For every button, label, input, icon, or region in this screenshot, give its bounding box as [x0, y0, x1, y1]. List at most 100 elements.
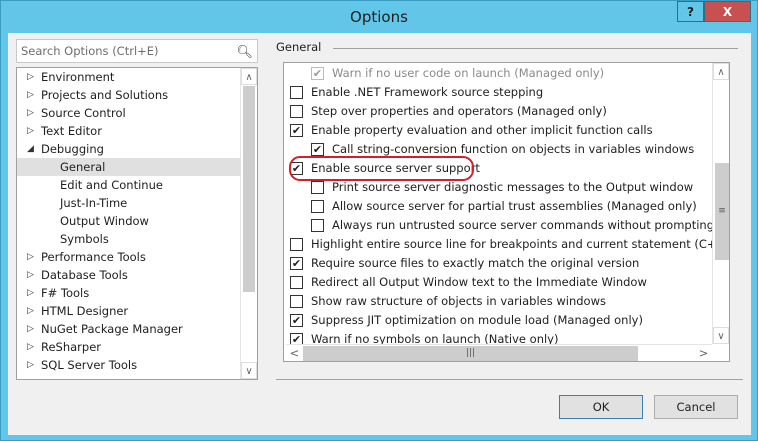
- checkbox[interactable]: [290, 295, 303, 308]
- option-row[interactable]: Show raw structure of objects in variabl…: [290, 292, 606, 311]
- option-label: Enable property evaluation and other imp…: [311, 123, 653, 137]
- expand-arrow-icon[interactable]: ▷: [27, 86, 34, 104]
- tree-item[interactable]: Just-In-Time: [17, 194, 241, 212]
- tree-item-label: Output Window: [60, 214, 149, 228]
- search-input[interactable]: Search Options (Ctrl+E) 🔍︎: [16, 39, 258, 63]
- expand-arrow-icon[interactable]: ▷: [27, 68, 34, 86]
- expand-arrow-icon[interactable]: ▷: [27, 302, 34, 320]
- checkbox[interactable]: ✔: [311, 143, 324, 156]
- tree-item-label: Performance Tools: [41, 250, 146, 264]
- ok-button[interactable]: OK: [559, 395, 643, 419]
- option-row[interactable]: Enable .NET Framework source stepping: [290, 83, 543, 102]
- tree-item-label: SQL Server Tools: [41, 358, 138, 372]
- checkbox[interactable]: [290, 105, 303, 118]
- search-placeholder: Search Options (Ctrl+E): [21, 44, 159, 58]
- tree-item-label: General: [60, 160, 106, 174]
- checkbox[interactable]: ✔: [290, 124, 303, 137]
- tree-item[interactable]: Output Window: [17, 212, 241, 230]
- tree-item-label: F# Tools: [41, 286, 90, 300]
- option-row[interactable]: Highlight entire source line for breakpo…: [290, 235, 729, 254]
- checkbox[interactable]: [290, 238, 303, 251]
- checkbox[interactable]: [311, 181, 324, 194]
- option-row[interactable]: Step over properties and operators (Mana…: [290, 102, 607, 121]
- checkbox[interactable]: [311, 219, 324, 232]
- option-label: Allow source server for partial trust as…: [332, 199, 697, 213]
- tree-item[interactable]: ▷ ReSharper: [17, 338, 241, 356]
- expand-arrow-icon[interactable]: ▷: [27, 266, 34, 284]
- checkbox[interactable]: [311, 200, 324, 213]
- options-list: ✔ Warn if no symbols on launch (Native on…: [283, 62, 730, 362]
- checkbox[interactable]: ✔: [290, 257, 303, 270]
- option-row[interactable]: Allow source server for partial trust as…: [311, 197, 697, 216]
- footer-divider: [276, 379, 743, 380]
- tree-item[interactable]: Symbols: [17, 230, 241, 248]
- expand-arrow-icon[interactable]: ▷: [27, 104, 34, 122]
- option-label: Warn if no user code on launch (Managed …: [332, 66, 605, 80]
- tree-item[interactable]: ▷ F# Tools: [17, 284, 241, 302]
- tree-item[interactable]: ▷ Source Control: [17, 104, 241, 122]
- collapse-arrow-icon[interactable]: ◢: [27, 140, 34, 158]
- tree-scrollbar[interactable]: ∧ ∨: [240, 68, 257, 379]
- tree-item-label: Edit and Continue: [60, 178, 163, 192]
- tree-item-label: Debugging: [41, 142, 104, 156]
- option-label: Require source files to exactly match th…: [311, 256, 640, 270]
- expand-arrow-icon[interactable]: ▷: [27, 122, 34, 140]
- tree-item[interactable]: General: [17, 158, 241, 176]
- checkbox[interactable]: [290, 86, 303, 99]
- expand-arrow-icon[interactable]: ▷: [27, 284, 34, 302]
- help-button[interactable]: ?: [677, 1, 704, 22]
- tree-item-label: Just-In-Time: [60, 196, 128, 210]
- scroll-left-icon[interactable]: <: [286, 345, 303, 361]
- checkbox[interactable]: ✔: [290, 314, 303, 327]
- dialog-body: Search Options (Ctrl+E) 🔍︎ ∧ ∨ ▷ Environm…: [8, 33, 751, 435]
- expand-arrow-icon[interactable]: ▷: [27, 356, 34, 374]
- options-tree: ∧ ∨ ▷ Environment ▷ Projects and Solutions ▷…: [16, 67, 258, 380]
- option-label: Enable .NET Framework source stepping: [311, 85, 544, 99]
- option-label: Print source server diagnostic messages …: [332, 180, 694, 194]
- option-label: Show raw structure of objects in variabl…: [311, 294, 606, 308]
- option-row[interactable]: ✔ Suppress JIT optimization on module loa…: [290, 311, 643, 330]
- tree-item[interactable]: ▷ Performance Tools: [17, 248, 241, 266]
- tree-item[interactable]: Edit and Continue: [17, 176, 241, 194]
- scroll-down-icon[interactable]: ∨: [241, 362, 257, 379]
- expand-arrow-icon[interactable]: ▷: [27, 338, 34, 356]
- search-icon: 🔍︎: [236, 45, 253, 60]
- option-row[interactable]: Redirect all Output Window text to the I…: [290, 273, 647, 292]
- tree-item-label: Source Control: [41, 106, 126, 120]
- tree-item[interactable]: ◢ Debugging: [17, 140, 241, 158]
- scroll-up-icon[interactable]: ∧: [713, 63, 729, 80]
- tree-item[interactable]: ▷ Environment: [17, 68, 241, 86]
- list-vertical-scrollbar[interactable]: ∧ ≡ ∨: [712, 63, 729, 344]
- tree-scroll-thumb[interactable]: [243, 86, 255, 292]
- option-row[interactable]: ✔ Warn if no user code on launch (Managed…: [311, 64, 604, 83]
- tree-item[interactable]: ▷ Text Editor: [17, 122, 241, 140]
- tree-item[interactable]: ▷ SQL Server Tools: [17, 356, 241, 374]
- expand-arrow-icon[interactable]: ▷: [27, 320, 34, 338]
- option-row[interactable]: ✔ Enable property evaluation and other im…: [290, 121, 653, 140]
- expand-arrow-icon[interactable]: ▷: [27, 248, 34, 266]
- option-label: Suppress JIT optimization on module load…: [311, 313, 643, 327]
- option-row[interactable]: Always run untrusted source server comma…: [311, 216, 714, 235]
- tree-item[interactable]: ▷ NuGet Package Manager: [17, 320, 241, 338]
- tree-item-label: Database Tools: [41, 268, 128, 282]
- scroll-up-icon[interactable]: ∧: [241, 68, 257, 85]
- close-button[interactable]: X: [704, 1, 751, 22]
- option-label: Step over properties and operators (Mana…: [311, 104, 607, 118]
- option-row[interactable]: ✔ Require source files to exactly match t…: [290, 254, 639, 273]
- scroll-right-icon[interactable]: >: [695, 345, 712, 361]
- checkbox[interactable]: [290, 276, 303, 289]
- tree-item-label: NuGet Package Manager: [41, 322, 183, 336]
- list-horizontal-scrollbar[interactable]: < ||| >: [286, 344, 712, 361]
- option-label: Redirect all Output Window text to the I…: [311, 275, 647, 289]
- list-scroll-thumb[interactable]: ≡: [715, 163, 729, 260]
- group-label: General: [276, 40, 322, 54]
- tree-item-label: Environment: [41, 70, 115, 84]
- tree-item[interactable]: ▷ Projects and Solutions: [17, 86, 241, 104]
- list-hscroll-thumb[interactable]: |||: [303, 346, 638, 361]
- tree-item[interactable]: ▷ HTML Designer: [17, 302, 241, 320]
- dialog-title: Options: [350, 8, 408, 26]
- cancel-button[interactable]: Cancel: [654, 395, 738, 419]
- checkbox[interactable]: ✔: [311, 67, 324, 80]
- tree-item[interactable]: ▷ Database Tools: [17, 266, 241, 284]
- scroll-down-icon[interactable]: ∨: [713, 327, 729, 344]
